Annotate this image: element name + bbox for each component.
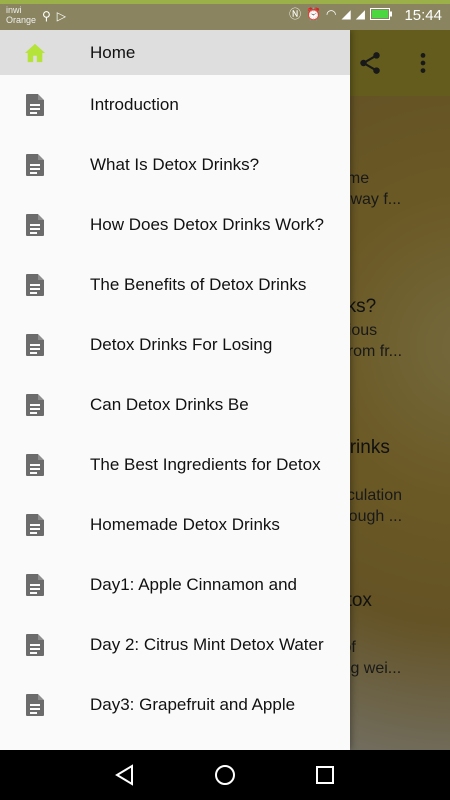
recents-icon[interactable] <box>313 763 337 787</box>
drawer-item-label: Day3: Grapefruit and Apple <box>90 695 296 714</box>
drawer-item-label: Day1: Apple Cinnamon and <box>90 575 297 594</box>
signal-icon: ◢ <box>341 7 351 21</box>
drawer-item-homemade-detox-drinks[interactable]: Homemade Detox Drinks <box>0 495 350 555</box>
drawer-item-label: Home <box>90 42 136 62</box>
document-icon <box>24 692 46 718</box>
document-icon <box>24 152 46 178</box>
drawer-item-how-does-detox-drinks-work[interactable]: How Does Detox Drinks Work? <box>0 195 350 255</box>
drawer-list: Home Introduction What Is Detox Drinks? How… <box>0 30 350 735</box>
document-icon <box>24 332 46 358</box>
drawer-item-detox-drinks-for-losing[interactable]: Detox Drinks For Losing <box>0 315 350 375</box>
system-nav-bar <box>0 750 450 800</box>
drawer-item-the-best-ingredients-for-detox[interactable]: The Best Ingredients for Detox <box>0 435 350 495</box>
carrier-label: inwi Orange <box>6 5 36 25</box>
home-nav-icon[interactable] <box>213 763 237 787</box>
document-icon <box>24 452 46 478</box>
drawer-item-label: The Best Ingredients for Detox <box>90 455 321 474</box>
document-icon <box>24 212 46 238</box>
document-icon <box>24 512 46 538</box>
wifi-icon: ◠ <box>326 7 337 21</box>
drawer-item-day-2-citrus-mint-detox-water[interactable]: Day 2: Citrus Mint Detox Water <box>0 615 350 675</box>
drawer-item-label: Homemade Detox Drinks <box>90 515 280 534</box>
battery-icon <box>370 8 392 20</box>
drawer-item-label: The Benefits of Detox Drinks <box>90 275 307 294</box>
navigation-drawer: Home Introduction What Is Detox Drinks? How… <box>0 30 350 750</box>
signal-2-icon: ◢ <box>355 7 365 21</box>
status-bar-accent <box>0 0 450 4</box>
document-icon <box>24 92 46 118</box>
drawer-item-label: Introduction <box>90 95 179 114</box>
drawer-item-day1-apple-cinnamon-and[interactable]: Day1: Apple Cinnamon and <box>0 555 350 615</box>
drawer-item-label: Detox Drinks For Losing <box>90 335 273 354</box>
document-icon <box>24 392 46 418</box>
status-time: 15:44 <box>404 7 442 24</box>
drawer-item-the-benefits-of-detox-drinks[interactable]: The Benefits of Detox Drinks <box>0 255 350 315</box>
drawer-item-label: Day 2: Citrus Mint Detox Water <box>90 635 324 654</box>
carrier-line-2: Orange <box>6 15 37 25</box>
drawer-item-label: Can Detox Drinks Be <box>90 395 249 414</box>
drawer-item-home[interactable]: Home <box>0 30 350 75</box>
alarm-icon: ⏰ <box>306 7 322 21</box>
drawer-item-introduction[interactable]: Introduction <box>0 75 350 135</box>
document-icon <box>24 572 46 598</box>
home-icon <box>24 40 46 66</box>
document-icon <box>24 632 46 658</box>
drawer-item-label: What Is Detox Drinks? <box>90 155 260 174</box>
drawer-item-label: How Does Detox Drinks Work? <box>90 215 324 234</box>
back-icon[interactable] <box>113 763 137 787</box>
status-bar: inwi Orange ⚲ ▷ Ⓝ ⏰ ◠ ◢ ◢ 15:44 <box>0 0 450 30</box>
nfc-icon: Ⓝ <box>289 7 302 21</box>
document-icon <box>24 272 46 298</box>
drawer-item-day3-grapefruit-and-apple[interactable]: Day3: Grapefruit and Apple <box>0 675 350 735</box>
drawer-item-what-is-detox-drinks[interactable]: What Is Detox Drinks? <box>0 135 350 195</box>
play-store-icon: ▷ <box>56 9 67 23</box>
drawer-item-can-detox-drinks-be[interactable]: Can Detox Drinks Be <box>0 375 350 435</box>
usb-icon: ⚲ <box>42 9 51 23</box>
carrier-line-1: inwi <box>6 5 22 15</box>
